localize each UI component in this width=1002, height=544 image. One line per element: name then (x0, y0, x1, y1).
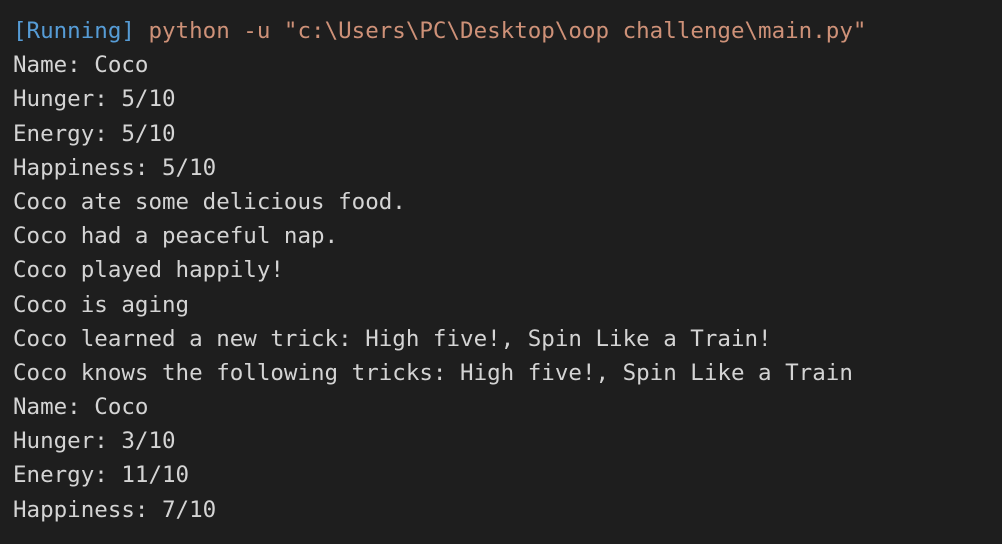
output-line: Coco ate some delicious food. (13, 188, 406, 215)
output-panel[interactable]: [Running] python -u "c:\Users\PC\Desktop… (0, 0, 1002, 544)
output-line: Happiness: 5/10 (13, 154, 217, 181)
run-command-text: python -u "c:\Users\PC\Desktop\oop chall… (134, 18, 867, 44)
output-line: Coco played happily! (13, 257, 284, 284)
run-command-line: [Running] python -u "c:\Users\PC\Desktop… (13, 14, 1002, 48)
output-line: Happiness: 7/10 (13, 496, 217, 523)
output-line: Name: Coco (13, 52, 149, 79)
output-line: Energy: 5/10 (13, 120, 176, 147)
output-line: Energy: 11/10 (13, 462, 190, 489)
output-line: Coco knows the following tricks: High fi… (13, 359, 853, 386)
running-status-tag: [Running] (13, 18, 135, 44)
output-line: Coco learned a new trick: High five!, Sp… (13, 325, 772, 352)
output-line: Hunger: 3/10 (13, 428, 176, 455)
output-line: Coco had a peaceful nap. (13, 223, 339, 250)
output-line: Hunger: 5/10 (13, 86, 176, 113)
output-line: Coco is aging (13, 291, 190, 318)
output-line: Name: Coco (13, 394, 149, 421)
